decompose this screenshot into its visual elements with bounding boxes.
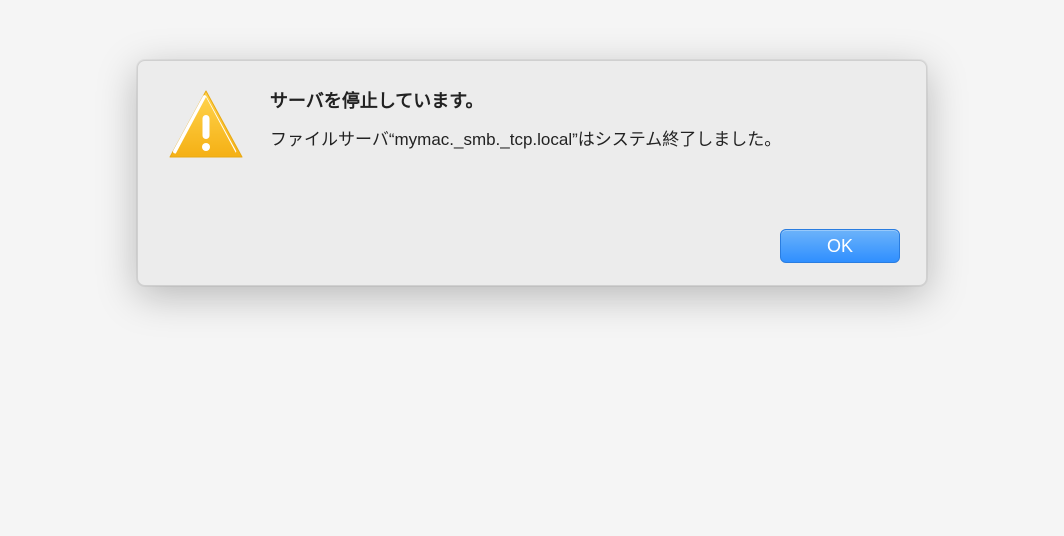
dialog-title: サーバを停止しています。 — [270, 87, 900, 113]
button-row: OK — [164, 229, 900, 263]
dialog-content: サーバを停止しています。 ファイルサーバ“mymac._smb._tcp.loc… — [270, 85, 900, 153]
ok-button[interactable]: OK — [780, 229, 900, 263]
dialog-message: ファイルサーバ“mymac._smb._tcp.local”はシステム終了しまし… — [270, 127, 900, 153]
dialog-body: サーバを停止しています。 ファイルサーバ“mymac._smb._tcp.loc… — [164, 85, 900, 169]
alert-dialog: サーバを停止しています。 ファイルサーバ“mymac._smb._tcp.loc… — [137, 60, 927, 286]
warning-icon — [164, 85, 248, 169]
